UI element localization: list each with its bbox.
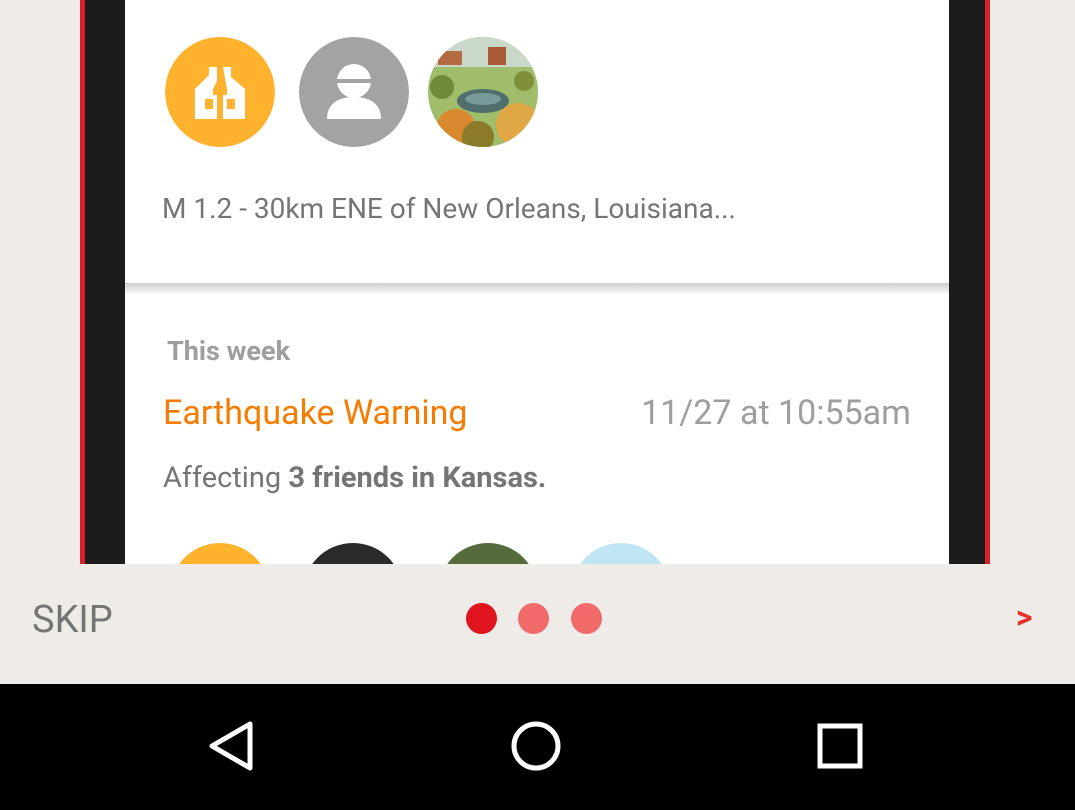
phone-frame: M 1.2 - 30km ENE of New Orleans, Louisia…	[80, 0, 990, 564]
page-indicator-dot-active	[466, 603, 497, 634]
page-indicator-dot	[571, 603, 602, 634]
friend-avatar	[438, 543, 538, 564]
affected-friends-text: Affecting 3 friends in Kansas.	[163, 461, 546, 495]
affecting-count: 3 friends in Kansas.	[288, 461, 547, 495]
navigation-bar	[0, 684, 1075, 810]
alert-card: This week Earthquake Warning 11/27 at 10…	[125, 293, 949, 564]
warning-timestamp: 11/27 at 10:55am	[641, 393, 911, 433]
event-card: M 1.2 - 30km ENE of New Orleans, Louisia…	[125, 0, 949, 283]
friend-avatar	[303, 543, 403, 564]
house-damage-icon	[165, 37, 275, 147]
skip-button[interactable]: SKIP	[32, 598, 113, 642]
phone-screen: M 1.2 - 30km ENE of New Orleans, Louisia…	[125, 0, 949, 564]
home-icon[interactable]	[504, 714, 568, 782]
affecting-prefix: Affecting	[163, 461, 289, 495]
page-indicator-dot	[518, 603, 549, 634]
next-button[interactable]: >	[1016, 598, 1033, 636]
friend-avatar	[571, 543, 671, 564]
landscape-photo	[428, 37, 538, 147]
recents-icon[interactable]	[808, 714, 872, 782]
section-title: This week	[167, 335, 290, 367]
warning-title: Earthquake Warning	[163, 393, 468, 433]
card-divider	[125, 283, 949, 293]
person-icon	[299, 37, 409, 147]
back-icon[interactable]	[200, 714, 264, 782]
friend-avatar	[170, 543, 270, 564]
event-description: M 1.2 - 30km ENE of New Orleans, Louisia…	[162, 192, 736, 225]
